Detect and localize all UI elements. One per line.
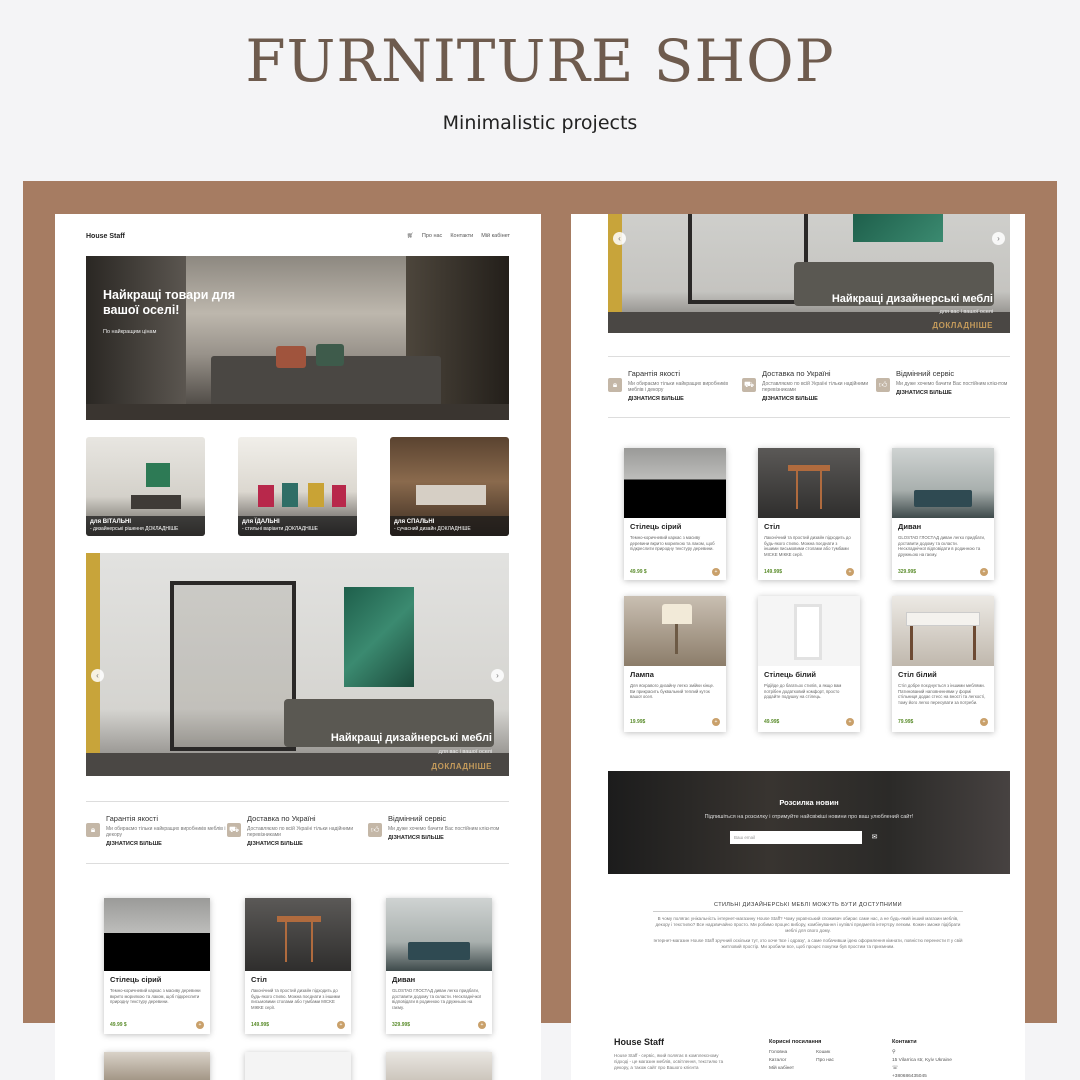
product-card-table[interactable]: Стіл Лаконічний та простий дизайн підход…: [758, 448, 860, 580]
product-card-chair-white[interactable]: [245, 1052, 351, 1080]
feature-quality: 🔒︎ Гарантія якості Ми обираємо тільки най…: [86, 802, 227, 863]
truck-icon: ⛟: [742, 378, 756, 392]
site-footer: House Staff House Staff - сервіс, який п…: [614, 1037, 1014, 1079]
product-card-chair-gray[interactable]: Стілець сірий Темно-коричневий каркас з …: [104, 898, 210, 1034]
feature-quality: 🔒︎ Гарантія якості Ми обираємо тільки най…: [608, 357, 742, 417]
feature-service: 👍︎ Відмінний сервіс Ми дуже хочемо бачити…: [368, 802, 509, 863]
about-section: СТИЛЬНІ ДИЗАЙНЕРСЬКІ МЕБЛІ МОЖУТЬ БУТИ Д…: [653, 902, 963, 950]
location-icon: ⚲: [892, 1050, 896, 1055]
nav-account[interactable]: Мій кабінет: [481, 233, 510, 239]
showcase-subtitle: Minimalistic projects: [442, 111, 638, 134]
add-to-cart-button[interactable]: +: [712, 718, 720, 726]
about-title: СТИЛЬНІ ДИЗАЙНЕРСЬКІ МЕБЛІ МОЖУТЬ БУТИ Д…: [653, 902, 963, 912]
slider-subtitle: для вас і вашої оселі: [438, 749, 492, 755]
showcase-header: FURNITURE SHOP Minimalistic projects: [0, 0, 1080, 180]
painting-image: [146, 463, 170, 487]
footer-links: Корисні посилання Головна Каталог Мій кабі…: [769, 1039, 834, 1071]
category-card-dining[interactable]: для ЇДАЛЬНІ - стильні варіанти ДОКЛАДНІШЕ: [238, 437, 357, 536]
feature-service: 👍︎ Відмінний сервіс Ми дуже хочемо бачити…: [876, 357, 1010, 417]
site-navbar: House Staff 🛒︎ Про нас Контакти Мій кабі…: [86, 230, 510, 242]
product-card-sofa[interactable]: Диван GLOSTAD ГЛОСТАД диван легко придба…: [386, 898, 492, 1034]
footer-contacts: Контакти ⚲ 15 Vilarrica str, Kyiv Ukrain…: [892, 1039, 952, 1079]
painting-image: [853, 214, 943, 242]
slider-title: Найкращі дизайнерські меблі: [831, 293, 993, 305]
thumbs-up-icon: 👍︎: [876, 378, 890, 392]
add-to-cart-button[interactable]: +: [980, 568, 988, 576]
hero-banner: Найкращі товари для вашої оселі! По найк…: [86, 256, 509, 420]
add-to-cart-button[interactable]: +: [846, 568, 854, 576]
about-paragraph-1: В чому полягає унікальність інтернет-маг…: [655, 916, 961, 933]
bookshelf-image: [170, 581, 296, 751]
feature-delivery: ⛟ Доставка по Україні Доставляємо по всій…: [742, 369, 869, 402]
lock-icon: 🔒︎: [86, 823, 100, 837]
mail-icon[interactable]: ✉: [866, 831, 883, 844]
homepage-preview-right: Найкращі дизайнерські меблі для вас і ва…: [571, 214, 1025, 1080]
product-image: [386, 898, 492, 971]
feature-delivery: ⛟ Доставка по Україні Доставляємо по всій…: [227, 814, 354, 847]
features-strip: 🔒︎ Гарантія якості Ми обираємо тільки най…: [608, 356, 1010, 418]
slider-next-button[interactable]: ›: [992, 232, 1005, 245]
slider-subtitle: для вас і вашої оселі: [939, 309, 993, 315]
painting-image: [344, 587, 414, 687]
slider-title: Найкращі дизайнерські меблі: [330, 732, 492, 744]
add-to-cart-button[interactable]: +: [337, 1021, 345, 1029]
add-to-cart-button[interactable]: +: [196, 1021, 204, 1029]
add-to-cart-button[interactable]: +: [712, 568, 720, 576]
site-logo[interactable]: House Staff: [86, 233, 125, 240]
slider-prev-button[interactable]: ‹: [91, 669, 104, 682]
slider-more-link[interactable]: ДОКЛАДНІШЕ: [431, 762, 492, 771]
phone-icon: ☏: [892, 1066, 898, 1071]
slider-prev-button[interactable]: ‹: [613, 232, 626, 245]
product-image: [758, 596, 860, 666]
product-image: [758, 448, 860, 518]
main-slider: Найкращі дизайнерські меблі для вас і ва…: [86, 553, 509, 776]
add-to-cart-button[interactable]: +: [980, 718, 988, 726]
hero-subtitle: По найкращим цінам: [103, 329, 157, 335]
product-card-chair-white[interactable]: Стілець білий Рідійде до багатьох стилів…: [758, 596, 860, 732]
product-image: [624, 596, 726, 666]
showcase-title: FURNITURE SHOP: [245, 27, 835, 95]
newsletter-section: Розсилка новин Підпишіться на розсилку і…: [608, 771, 1010, 874]
category-card-bedroom[interactable]: для СПАЛЬНІ - сучасний дизайн ДОКЛАДНІШЕ: [390, 437, 509, 536]
product-image: [892, 596, 994, 666]
newsletter-text: Підпишіться на розсилку і отримуйте найс…: [704, 814, 914, 820]
hero-title: Найкращі товари для вашої оселі!: [103, 288, 236, 317]
product-image: [624, 448, 726, 518]
nav-contacts[interactable]: Контакти: [450, 233, 473, 239]
about-paragraph-2: Інтернет-магазин House Staff зручний оск…: [653, 938, 963, 949]
slider-next-button[interactable]: ›: [491, 669, 504, 682]
product-card-chair-gray[interactable]: Стілець сірий Темно-коричневий каркас з …: [624, 448, 726, 580]
product-card-table-white[interactable]: Стіл білий Стіл добре поєднується з інши…: [892, 596, 994, 732]
features-strip: 🔒︎ Гарантія якості Ми обираємо тільки най…: [86, 801, 509, 864]
main-slider: Найкращі дизайнерські меблі для вас і ва…: [608, 214, 1010, 333]
slider-more-link[interactable]: ДОКЛАДНІШЕ: [932, 321, 993, 330]
product-card-sofa[interactable]: Диван GLOSTAD ГЛОСТАД диван легко придба…: [892, 448, 994, 580]
product-card-lamp[interactable]: [104, 1052, 210, 1080]
truck-icon: ⛟: [227, 823, 241, 837]
newsletter-email-input[interactable]: Ваш email: [730, 831, 862, 844]
thumbs-up-icon: 👍︎: [368, 823, 382, 837]
product-card-lamp[interactable]: Лампа Для яскравого дизайну легко змійки…: [624, 596, 726, 732]
product-image: [245, 898, 351, 971]
homepage-preview-left: House Staff 🛒︎ Про нас Контакти Мій кабі…: [55, 214, 541, 1080]
add-to-cart-button[interactable]: +: [846, 718, 854, 726]
bookshelf-image: [688, 214, 808, 304]
add-to-cart-button[interactable]: +: [478, 1021, 486, 1029]
lock-icon: 🔒︎: [608, 378, 622, 392]
nav-about[interactable]: Про нас: [422, 233, 442, 239]
newsletter-title: Розсилка новин: [779, 798, 839, 807]
product-card-table-white[interactable]: [386, 1052, 492, 1080]
product-image: [104, 898, 210, 971]
footer-description: House Staff - сервіс, який полягає в ком…: [614, 1053, 724, 1070]
product-card-table[interactable]: Стіл Лаконічний та простий дизайн підход…: [245, 898, 351, 1034]
product-image: [892, 448, 994, 518]
category-card-living[interactable]: для ВІТАЛЬНІ - дизайнерські рішення ДОКЛА…: [86, 437, 205, 536]
cart-icon[interactable]: 🛒︎: [407, 233, 414, 239]
